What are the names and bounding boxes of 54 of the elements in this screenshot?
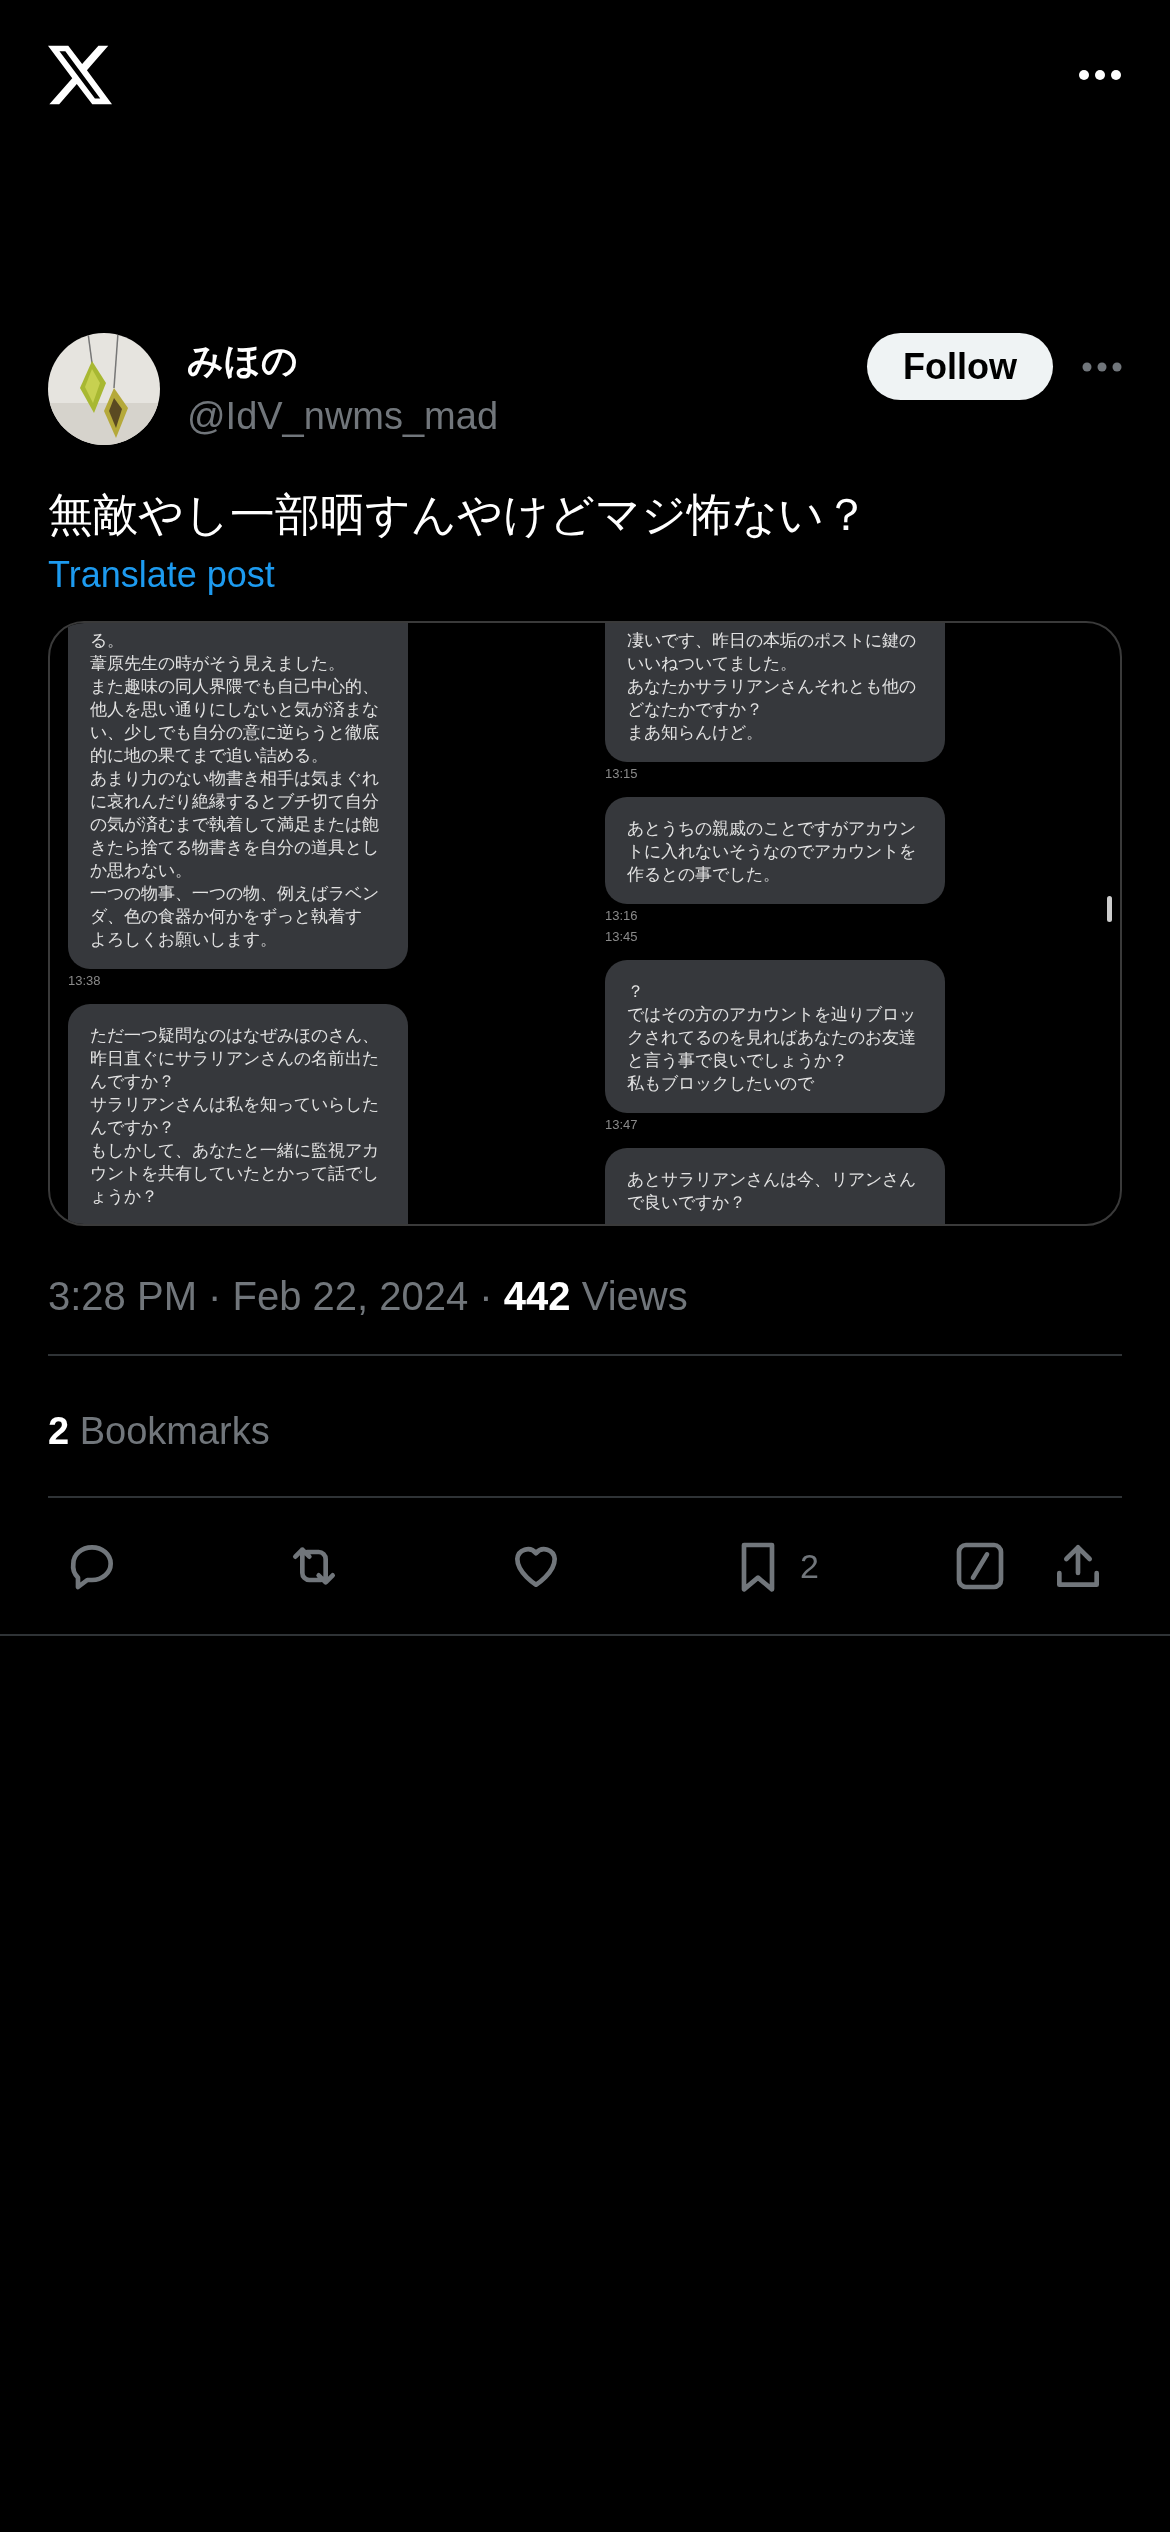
message-line: 他人を思い通りにしないと気が済まな — [90, 699, 379, 721]
message-line: 的に地の果てまで追い詰める。 — [90, 745, 328, 767]
message-time: 13:38 — [68, 972, 101, 990]
message-line: いいねついてました。 — [627, 653, 797, 675]
post-timestamp: 3:28 PM · Feb 22, 2024 · 442 Views — [48, 1273, 689, 1320]
message-line: トに入れないそうなのでアカウントを — [627, 841, 916, 863]
message-line: んですか？ — [90, 1071, 175, 1093]
message-line: あとうちの親戚のことですがアカウン — [627, 818, 916, 840]
message-line: また趣味の同人界隈でも自己中心的、 — [90, 676, 379, 698]
message-line: あまり力のない物書き相手は気まぐれ — [90, 768, 379, 790]
message-line: ょうか？ — [90, 1186, 158, 1208]
message-line: ただ一つ疑問なのはなぜみほのさん、 — [90, 1025, 379, 1047]
message-line: クされてるのを見ればあなたのお友達 — [627, 1027, 916, 1049]
message-line: 昨日直ぐにサラリアンさんの名前出た — [90, 1048, 379, 1070]
follow-button[interactable]: Follow — [867, 333, 1053, 400]
message-line: ウントを共有していたとかって話でし — [90, 1163, 379, 1185]
message-line: サラリアンさんは私を知っていらした — [90, 1094, 379, 1116]
message-line: んですか？ — [90, 1117, 175, 1139]
message-line: あとサラリアンさんは今、リアンさん — [627, 1169, 916, 1191]
bookmark-count: 2 — [800, 1545, 819, 1587]
message-line: 作るとの事でした。 — [627, 864, 780, 886]
message-line: ？ — [627, 981, 644, 1003]
message-line: ダ、色の食器か何かをずっと執着す — [90, 906, 362, 928]
message-time: 13:47 — [605, 1116, 638, 1134]
message-line: 凄いです、昨日の本垢のポストに鍵の — [627, 630, 916, 652]
message-line: と言う事で良いでしょうか？ — [627, 1050, 848, 1072]
message-time: 13:15 — [605, 765, 638, 783]
message-line: の気が済むまで執着して満足または飽 — [90, 814, 379, 836]
chat-screenshot[interactable] — [48, 621, 1122, 1226]
message-line: ではその方のアカウントを辿りブロッ — [627, 1004, 916, 1026]
more-icon[interactable] — [1078, 69, 1122, 81]
message-line: 一つの物事、一つの物、例えばラベン — [90, 883, 379, 905]
author-handle[interactable]: @IdV_nwms_mad — [187, 391, 499, 441]
message-line: もしかして、あなたと一緒に監視アカ — [90, 1140, 379, 1162]
message-line: い、少しでも自分の意に逆らうと徹底 — [90, 722, 379, 744]
message-line: あなたかサラリアンさんそれとも他の — [627, 676, 916, 698]
message-line: まあ知らんけど。 — [627, 722, 763, 744]
message-line: よろしくお願いします。 — [90, 929, 277, 951]
message-line: 私もブロックしたいので — [627, 1073, 814, 1095]
message-line: で良いですか？ — [627, 1192, 746, 1214]
author-name[interactable]: みほの — [187, 337, 499, 385]
message-line: か思わない。 — [90, 860, 192, 882]
translate-link[interactable]: Translate post — [48, 551, 1122, 599]
bookmarks-count[interactable]: 2 Bookmarks — [48, 1406, 1122, 1456]
post-text: 無敵やし一部晒すんやけどマジ怖ない？ — [48, 488, 870, 542]
x-logo[interactable] — [48, 45, 112, 105]
message-time: 13:16 — [605, 907, 638, 925]
scrollbar-indicator — [1107, 896, 1112, 922]
message-line: きたら捨てる物書きを自分の道具とし — [90, 837, 379, 859]
message-time: 13:45 — [605, 928, 638, 946]
message-line: る。 — [90, 630, 124, 652]
message-line: どなたかですか？ — [627, 699, 763, 721]
message-line: 葦原先生の時がそう見えました。 — [90, 653, 345, 675]
message-line: に哀れんだり絶縁するとブチ切て自分 — [90, 791, 379, 813]
